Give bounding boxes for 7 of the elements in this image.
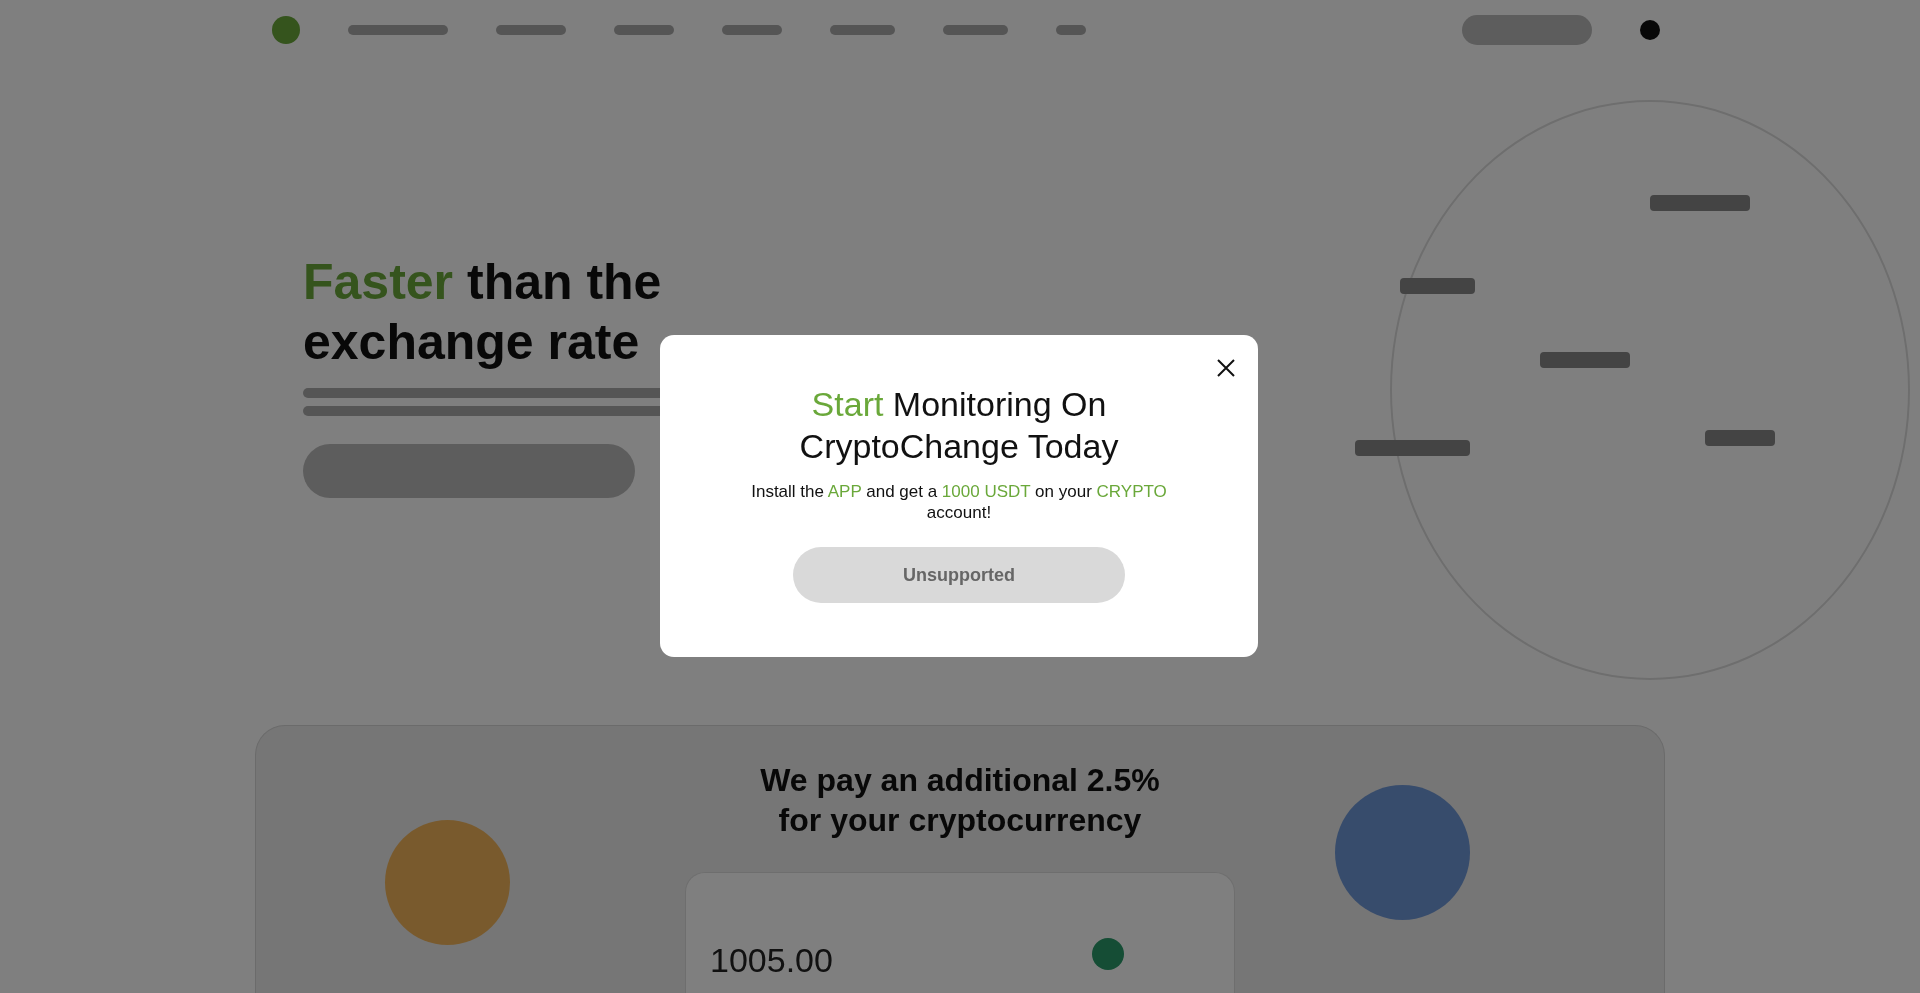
modal-message: Install the APP and get a 1000 USDT on your CRYPTO account! — [750, 481, 1168, 523]
logo-icon — [272, 16, 300, 44]
modal-title: Start Monitoring On CryptoChange Today — [798, 384, 1120, 467]
theme-icon — [1640, 20, 1660, 40]
offer-title: We pay an additional 2.5% for your cryptocurrency — [759, 761, 1161, 840]
hero-title: Faster than the exchange rate — [303, 253, 662, 372]
amount-value: 1005.00 — [710, 940, 833, 981]
